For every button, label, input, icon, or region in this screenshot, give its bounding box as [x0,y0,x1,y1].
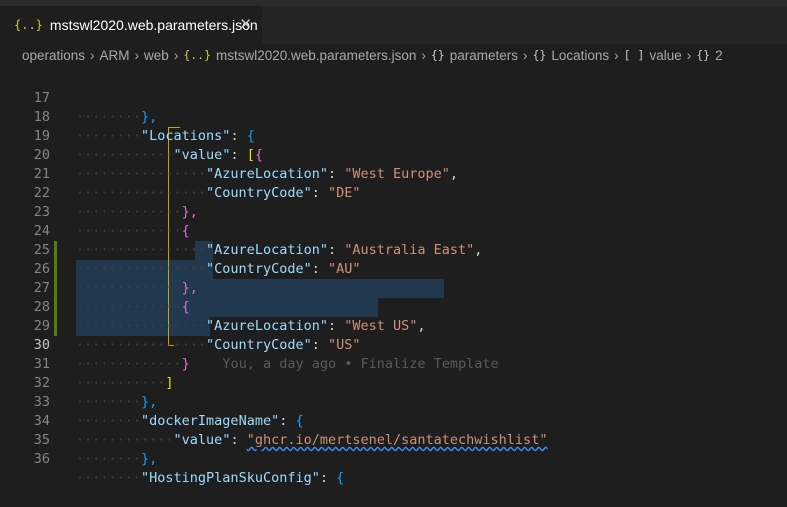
breadcrumb-item-value[interactable]: value [649,48,681,63]
code-line-active: 30 ·············} You, a day ago • Final… [0,317,787,372]
breadcrumb-item-index[interactable]: 2 [715,48,723,63]
line-number: 36 [33,451,50,467]
code-line: 23 ·············{ [0,184,787,239]
breadcrumb-separator: › [421,47,426,63]
close-icon[interactable]: ✕ [239,15,252,33]
code-line: 34 ············"value": "ghcr.io/mertsen… [0,393,787,448]
code-line: 22 ·············}, [0,165,787,220]
code-line: 32 ········}, [0,355,787,410]
tab-bar: {..} mstswl2020.web.parameters.json ✕ [0,0,787,45]
code-line: 27 ·············{ [0,260,787,315]
breadcrumb-separator: › [90,47,95,63]
code-line: 36 ········"HostingPlanSkuConfig": { [0,431,787,486]
code-line: 25 ················"CountryCode": "AU" [0,222,787,277]
tab-title: mstswl2020.web.parameters.json [49,17,258,33]
breadcrumb-separator: › [614,47,619,63]
breadcrumb-item-arm[interactable]: ARM [100,48,130,63]
breadcrumb-item-web[interactable]: web [144,48,169,63]
code-editor[interactable]: 17 ········}, 18 ········"Locations": { … [0,70,787,486]
object-icon: {} [696,48,711,62]
code-line: 20 ················"AzureLocation": "Wes… [0,127,787,182]
code-line: 31 ···········] [0,336,787,391]
code-line: 29 ················"CountryCode": "US" [0,298,787,353]
breadcrumb-separator: › [134,47,140,63]
breadcrumb-item-operations[interactable]: operations [22,48,85,63]
code-line: 17 ········}, [0,70,787,125]
object-icon: {} [430,48,445,62]
breadcrumb-item-locations[interactable]: Locations [551,48,609,63]
breadcrumb-separator: › [173,47,179,63]
editor-tab[interactable]: {..} mstswl2020.web.parameters.json ✕ [0,6,262,44]
code-line: 28 ················"AzureLocation": "Wes… [0,279,787,334]
breadcrumb: operations › ARM › web › {..} mstswl2020… [0,44,787,66]
json-file-icon: {..} [183,48,212,62]
breadcrumb-item-file[interactable]: mstswl2020.web.parameters.json [216,48,416,63]
breadcrumb-separator: › [686,47,692,63]
object-icon: {} [532,48,547,62]
code-line: 26 ·············}, [0,241,787,296]
code-line: 33 ········"dockerImageName": { [0,374,787,429]
json-file-icon: {..} [14,18,43,32]
breadcrumb-item-parameters[interactable]: parameters [450,48,518,63]
breadcrumb-separator: › [523,47,528,63]
code-line: 19 ············"value": [{ [0,108,787,163]
code-line: 18 ········"Locations": { [0,89,787,144]
array-icon: [ ] [623,48,645,62]
code-line: 24 ················"AzureLocation": "Aus… [0,203,787,258]
code-line: 35 ········}, [0,412,787,467]
code-line: 21 ················"CountryCode": "DE" [0,146,787,201]
